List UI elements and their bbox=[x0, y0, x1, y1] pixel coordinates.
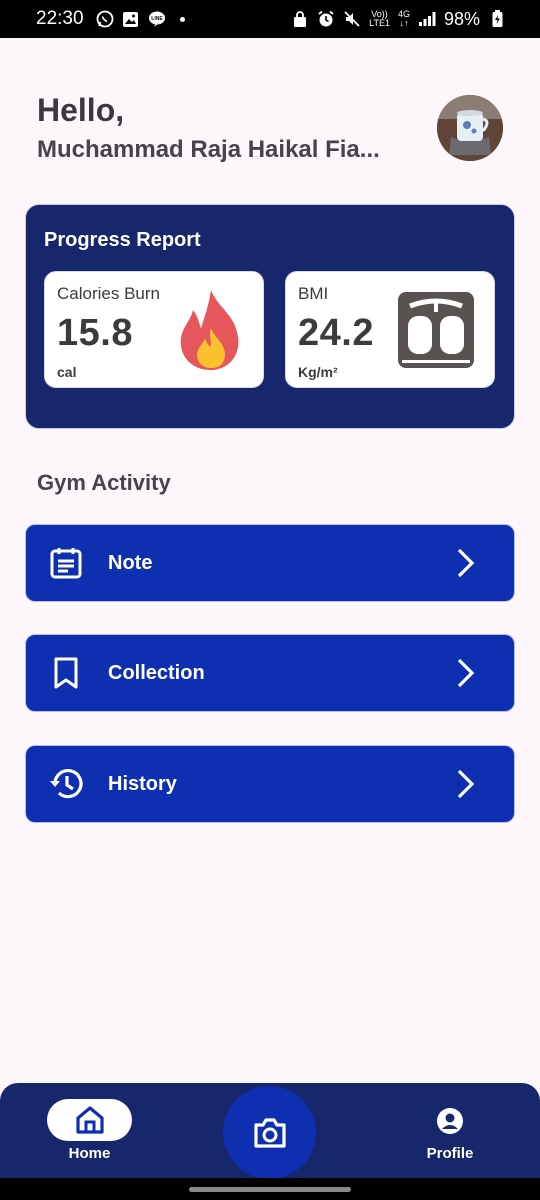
battery-charging-icon bbox=[488, 10, 506, 28]
calories-unit: cal bbox=[57, 364, 77, 380]
user-name: Muchammad Raja Haikal Fia... bbox=[37, 136, 380, 163]
whatsapp-icon bbox=[96, 10, 114, 28]
bmi-card[interactable]: BMI 24.2 Kg/m² bbox=[285, 271, 495, 388]
chevron-right-icon bbox=[457, 658, 475, 688]
calories-value: 15.8 bbox=[57, 312, 133, 354]
bookmark-icon bbox=[48, 655, 84, 691]
avatar-image bbox=[437, 95, 503, 161]
svg-text:LINE: LINE bbox=[151, 16, 163, 22]
scale-icon bbox=[398, 292, 474, 368]
avatar[interactable] bbox=[437, 95, 503, 161]
network-type: 4G ↓↑ bbox=[398, 10, 410, 28]
progress-report-title: Progress Report bbox=[44, 229, 201, 251]
fire-icon bbox=[180, 290, 239, 370]
calories-label: Calories Burn bbox=[57, 284, 160, 303]
status-bar-left: 22:30 LINE bbox=[36, 8, 185, 30]
note-label: Note bbox=[108, 551, 153, 574]
mute-icon bbox=[343, 10, 361, 28]
gym-activity-title: Gym Activity bbox=[37, 470, 171, 495]
history-label: History bbox=[108, 772, 177, 795]
lock-app-icon bbox=[291, 10, 309, 28]
note-icon bbox=[48, 545, 84, 581]
note-button[interactable]: Note bbox=[25, 524, 515, 602]
nav-profile-label[interactable]: Profile bbox=[410, 1145, 490, 1162]
chevron-right-icon bbox=[457, 769, 475, 799]
profile-icon[interactable] bbox=[436, 1107, 464, 1135]
history-button[interactable]: History bbox=[25, 745, 515, 823]
chevron-right-icon bbox=[457, 548, 475, 578]
volte-bottom: LTE1 bbox=[369, 18, 390, 28]
volte-indicator: Vo)) LTE1 bbox=[369, 10, 390, 28]
progress-report-card: Progress Report Calories Burn 15.8 cal B… bbox=[25, 204, 515, 429]
notification-dot bbox=[179, 16, 185, 22]
bmi-value: 24.2 bbox=[298, 312, 374, 354]
gesture-handle[interactable] bbox=[189, 1187, 351, 1192]
greeting-text: Hello, bbox=[37, 92, 125, 128]
camera-button[interactable] bbox=[223, 1086, 316, 1179]
battery-percent: 98% bbox=[443, 8, 480, 29]
history-icon bbox=[48, 766, 84, 802]
home-icon bbox=[75, 1106, 104, 1134]
calories-card[interactable]: Calories Burn 15.8 cal bbox=[44, 271, 264, 388]
status-bar: 22:30 LINE Vo)) LTE1 4G ↓↑ 98% bbox=[0, 0, 540, 38]
bmi-unit: Kg/m² bbox=[298, 364, 338, 380]
status-bar-right: Vo)) LTE1 4G ↓↑ 98% bbox=[291, 9, 506, 30]
nav-home-button[interactable] bbox=[47, 1099, 132, 1141]
data-arrows-icon: ↓↑ bbox=[399, 18, 409, 28]
bmi-label: BMI bbox=[298, 284, 329, 303]
camera-icon bbox=[253, 1117, 286, 1148]
line-icon: LINE bbox=[148, 10, 166, 28]
alarm-icon bbox=[317, 10, 335, 28]
signal-icon bbox=[418, 10, 436, 28]
collection-button[interactable]: Collection bbox=[25, 634, 515, 712]
status-time: 22:30 bbox=[36, 8, 84, 29]
gallery-icon bbox=[122, 10, 140, 28]
nav-home-label[interactable]: Home bbox=[47, 1145, 132, 1162]
collection-label: Collection bbox=[108, 661, 205, 684]
